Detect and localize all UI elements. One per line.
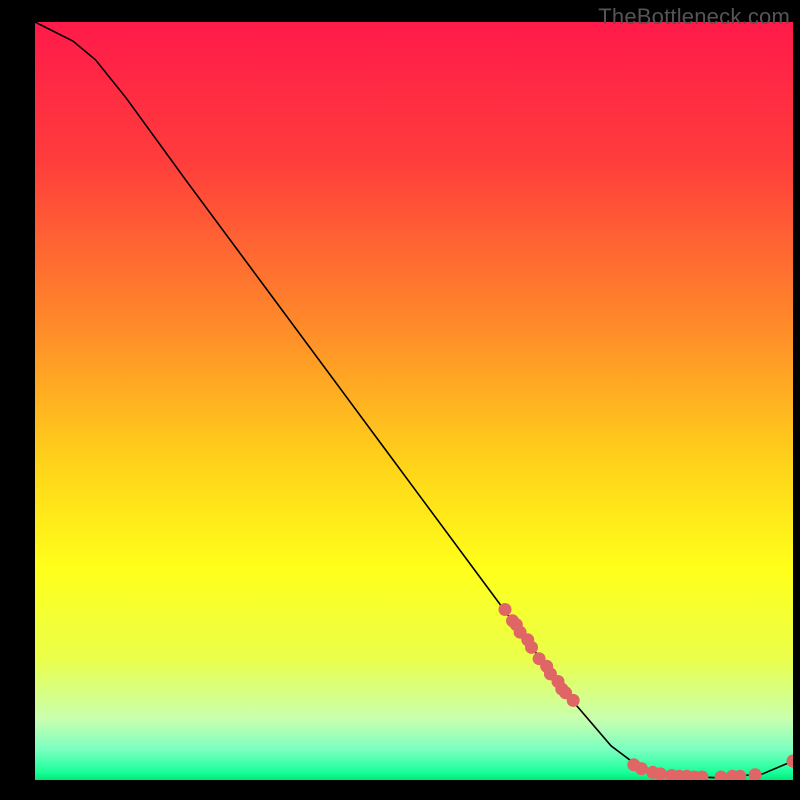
data-point — [787, 755, 794, 768]
data-point — [635, 762, 648, 775]
plot-area — [35, 22, 793, 780]
data-point — [525, 641, 538, 654]
data-point — [499, 603, 512, 616]
watermark-text: TheBottleneck.com — [598, 4, 790, 30]
data-point — [715, 771, 728, 781]
data-point — [567, 694, 580, 707]
data-point — [654, 767, 667, 780]
data-point — [749, 768, 762, 780]
chart-curve — [35, 22, 793, 780]
